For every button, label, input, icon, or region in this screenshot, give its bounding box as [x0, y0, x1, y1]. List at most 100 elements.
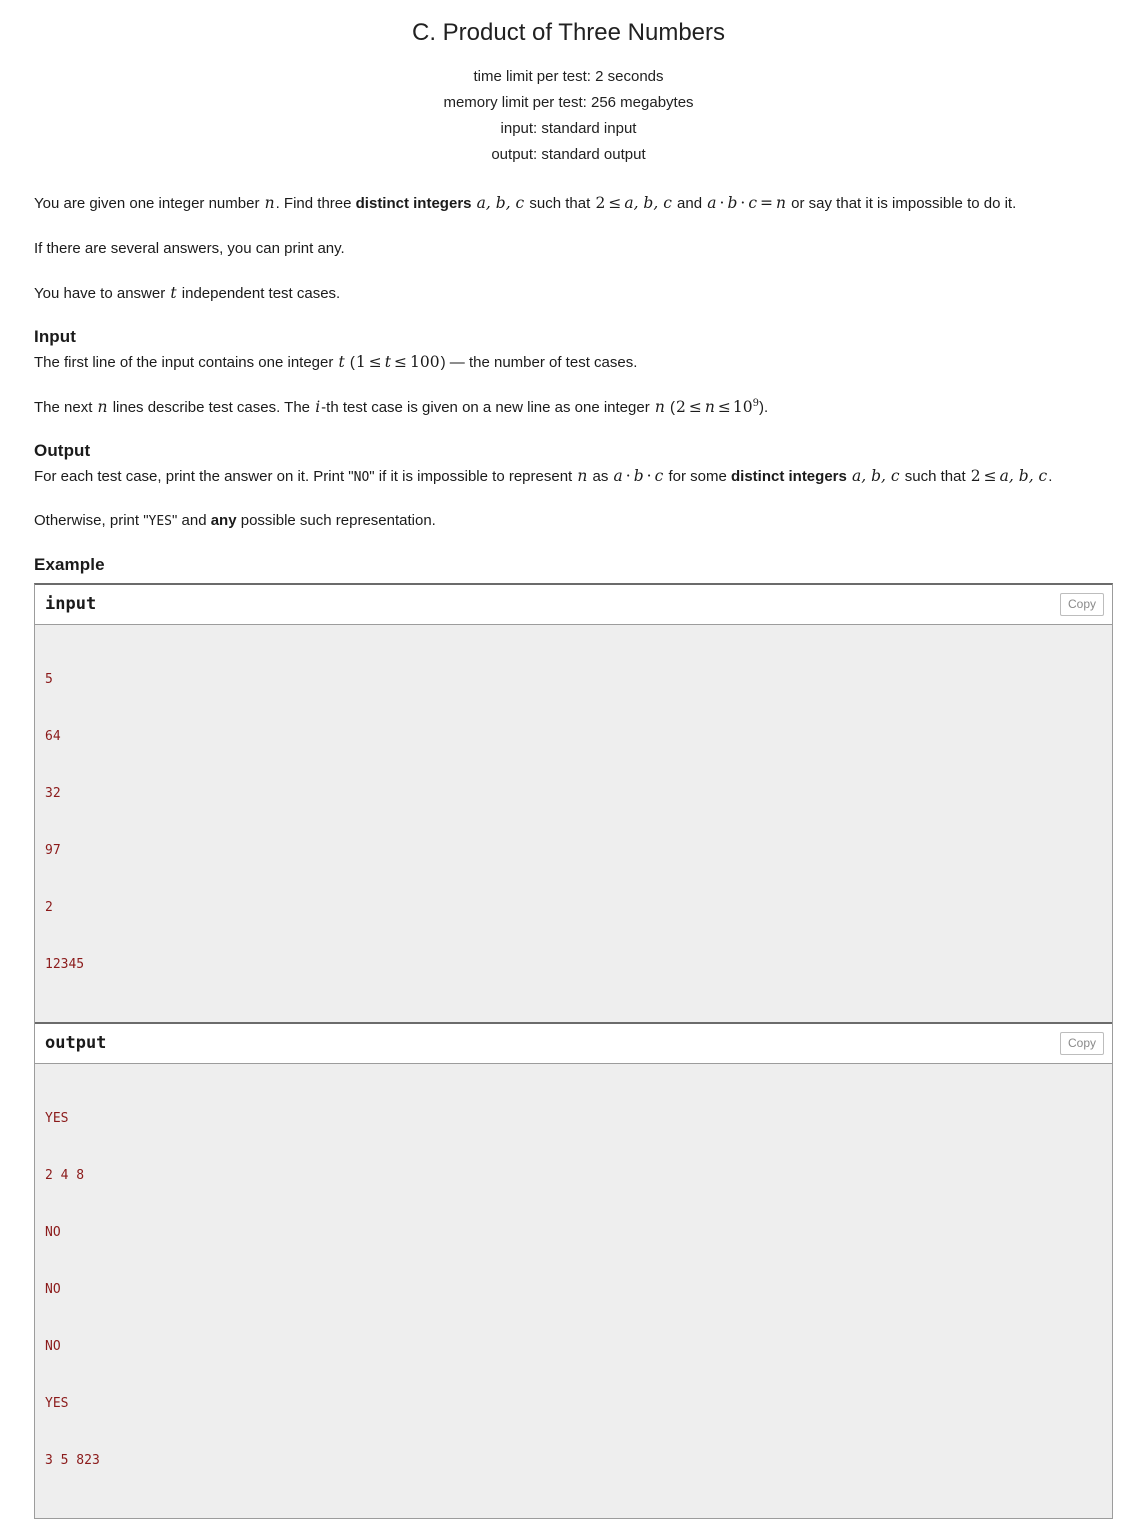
text-fragment: -th test case is given on a new line as … [321, 399, 654, 416]
math-abc: a, b, c [999, 467, 1048, 485]
text-fragment: ( [665, 399, 676, 416]
literal-yes: YES [148, 514, 173, 529]
text-fragment: possible such representation. [236, 512, 436, 529]
sample-line: 3 5 823 [45, 1453, 100, 1468]
output-spec-line-1: For each test case, print the answer on … [34, 465, 1113, 489]
literal-no: NO [353, 470, 370, 485]
math-base: 10 [732, 398, 753, 416]
copy-output-button[interactable]: Copy [1059, 1032, 1104, 1055]
output-spec-line-2: Otherwise, print "YES" and any possible … [34, 509, 1113, 533]
text-fragment: Otherwise, print " [34, 512, 149, 529]
math-leq-icon: ≤ [717, 398, 731, 416]
text-fragment: ). [759, 399, 769, 416]
sample-block-output: output Copy YES 2 4 8 NO NO NO YES 3 5 8… [35, 1022, 1112, 1518]
emphasis-distinct-integers: distinct integers [730, 468, 847, 485]
math-abc: a, b, c [476, 194, 525, 212]
math-abc: a, b, c [624, 194, 672, 212]
math-equals-icon: = [760, 194, 774, 212]
math-c: c [654, 467, 664, 485]
math-hundred: 100 [410, 353, 440, 371]
math-dot-icon: · [646, 467, 652, 485]
math-n: n [264, 194, 275, 212]
sample-line: YES [45, 1396, 69, 1411]
page-title: C. Product of Three Numbers [411, 19, 726, 46]
sample-input-label: input [45, 594, 97, 614]
sample-line: NO [45, 1339, 61, 1354]
math-n: n [654, 398, 665, 416]
sample-line: NO [45, 1225, 61, 1240]
text-fragment: such that [900, 468, 970, 485]
text-fragment: such that [525, 195, 595, 212]
text-fragment: For each test case, print the answer on … [34, 468, 354, 485]
math-b: b [633, 467, 644, 485]
sample-line: YES [45, 1111, 69, 1126]
math-c: c [748, 194, 758, 212]
math-two: 2 [676, 398, 686, 416]
sample-line: 64 [45, 729, 61, 744]
math-a: a [707, 194, 717, 212]
input-mode: input: standard input [500, 120, 637, 137]
text-fragment: independent test cases. [177, 285, 341, 302]
emphasis-distinct-integers: distinct integers [355, 195, 472, 212]
text-fragment: or say that it is impossible to do it. [787, 195, 1017, 212]
text-fragment: ( [345, 354, 355, 371]
sample-line: 2 [45, 900, 53, 915]
math-n: n [97, 398, 108, 416]
text-fragment: lines describe test cases. The [108, 399, 315, 416]
section-title-example: Example [34, 555, 105, 574]
text-fragment: . [1048, 468, 1053, 485]
sample-output-label: output [45, 1033, 107, 1053]
emphasis-any: any [210, 512, 237, 529]
text-fragment: ) — the number of test cases. [440, 354, 638, 371]
statement-paragraph-3: You have to answer t independent test ca… [34, 282, 1113, 305]
math-a: a [613, 467, 623, 485]
math-leq-icon: ≤ [608, 194, 622, 212]
copy-input-button[interactable]: Copy [1059, 593, 1104, 616]
text-fragment: You are given one integer number [34, 195, 264, 212]
sample-tests: input Copy 5 64 32 97 2 12345 output Cop… [34, 583, 1113, 1519]
math-dot-icon: · [625, 467, 631, 485]
math-t: t [384, 353, 392, 371]
math-one: 1 [355, 353, 366, 371]
text-fragment: You have to answer [34, 285, 170, 302]
sample-output-header: output Copy [35, 1024, 1112, 1064]
sample-line: NO [45, 1282, 61, 1297]
time-limit: time limit per test: 2 seconds [473, 68, 664, 85]
statement-paragraph-2: If there are several answers, you can pr… [34, 240, 345, 257]
math-b: b [727, 194, 738, 212]
math-t: t [338, 353, 345, 371]
text-fragment: The first line of the input contains one… [34, 354, 338, 371]
text-fragment: . Find three [275, 195, 356, 212]
problem-header: C. Product of Three Numbers time limit p… [0, 0, 1137, 168]
sample-output-data: YES 2 4 8 NO NO NO YES 3 5 823 [35, 1064, 1112, 1518]
memory-limit: memory limit per test: 256 megabytes [443, 94, 694, 111]
sample-line: 2 4 8 [45, 1168, 85, 1183]
text-fragment: as [588, 468, 613, 485]
sample-input-data: 5 64 32 97 2 12345 [35, 625, 1112, 1022]
output-mode: output: standard output [491, 146, 646, 163]
section-title-input: Input [34, 327, 77, 346]
math-n: n [704, 398, 715, 416]
math-leq-icon: ≤ [368, 353, 382, 371]
math-two: 2 [595, 194, 606, 212]
text-fragment: for some [664, 468, 731, 485]
text-fragment: " if it is impossible to represent [369, 468, 577, 485]
sample-line: 12345 [45, 957, 85, 972]
sample-block-input: input Copy 5 64 32 97 2 12345 [35, 585, 1112, 1022]
math-n: n [776, 194, 786, 212]
section-title-output: Output [34, 441, 91, 460]
sample-line: 97 [45, 843, 61, 858]
input-spec-line-2: The next n lines describe test cases. Th… [34, 396, 1113, 419]
text-fragment: " and [172, 512, 211, 529]
input-spec-line-1: The first line of the input contains one… [34, 351, 1113, 374]
math-dot-icon: · [740, 194, 746, 212]
sample-line: 5 [45, 672, 53, 687]
math-leq-icon: ≤ [983, 467, 997, 485]
math-abc: a, b, c [852, 467, 900, 485]
statement-paragraph-1: You are given one integer number n. Find… [34, 192, 1113, 215]
math-leq-icon: ≤ [394, 353, 408, 371]
math-two: 2 [970, 467, 981, 485]
problem-page: C. Product of Three Numbers time limit p… [0, 0, 1137, 1519]
math-leq-icon: ≤ [688, 398, 702, 416]
problem-statement: You are given one integer number n. Find… [0, 192, 1137, 575]
